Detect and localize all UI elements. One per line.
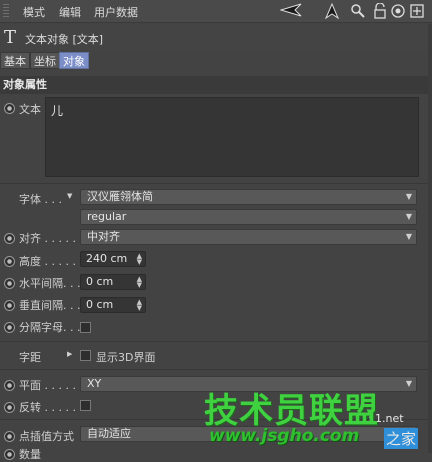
stepper-icon[interactable]: ▲ ▼ [137,276,142,289]
font-label: 字体 . . . [19,193,62,206]
lock-icon[interactable] [372,2,388,19]
keyframe-radio-height[interactable] [4,256,15,267]
expand-triangle-icon[interactable]: ▼ [67,192,72,200]
new-panel-icon[interactable] [409,3,425,19]
kerning-label: 字距 [19,351,41,364]
tab-basic[interactable]: 基本 [0,52,30,69]
target-icon[interactable] [390,3,406,19]
reverse-checkbox[interactable] [80,400,91,411]
keyframe-radio-number[interactable] [4,449,15,460]
watermark-url: www.jsgho.com [209,426,360,446]
keyframe-radio-interpolation[interactable] [4,431,15,442]
font-family-value: 汉仪雁翎体简 [87,190,153,203]
align-label: 对齐 . . . . . [19,232,76,245]
show-3d-ui-label: 显示3D界面 [96,351,156,364]
divider [0,183,432,184]
h-spacing-input[interactable]: 0 cm ▲ ▼ [80,274,146,290]
h-spacing-value: 0 cm [86,275,114,288]
plane-value: XY [87,377,102,390]
text-label: 文本 [19,103,41,116]
h-spacing-label: 水平间隔. . . [19,277,81,290]
back-arrow-icon[interactable] [279,3,302,19]
keyframe-radio-text[interactable] [4,103,15,114]
separate-letters-label: 分隔字母. . . [19,321,81,334]
divider [0,341,432,342]
separate-letters-checkbox[interactable] [80,322,91,333]
font-family-dropdown[interactable]: 汉仪雁翎体简 ▼ [80,189,417,205]
menu-userdata[interactable]: 用户数据 [94,4,138,20]
menu-edit[interactable]: 编辑 [59,4,81,20]
stepper-icon[interactable]: ▲ ▼ [137,299,142,312]
interpolation-label: 点插值方式 [19,430,74,443]
tab-object[interactable]: 对象 [59,52,89,69]
panel-edge [428,24,432,453]
keyframe-radio-v-spacing[interactable] [4,300,15,311]
divider [0,369,432,370]
show-3d-ui-checkbox[interactable] [80,350,91,361]
expand-triangle-icon[interactable]: ▶ [67,350,72,358]
align-dropdown[interactable]: 中对齐 ▼ [80,229,417,245]
align-value: 中对齐 [87,230,120,243]
grip-handle[interactable] [3,4,9,18]
chevron-down-icon: ▼ [405,379,412,388]
reverse-label: 反转 . . . . . [19,401,76,414]
keyframe-radio-h-spacing[interactable] [4,278,15,289]
font-style-value: regular [87,210,127,223]
search-icon[interactable] [350,3,366,19]
chevron-down-icon: ▼ [405,232,412,241]
keyframe-radio-reverse[interactable] [4,402,15,413]
v-spacing-input[interactable]: 0 cm ▲ ▼ [80,297,146,313]
number-label: 数量 [19,448,41,461]
section-object-properties: 对象属性 [0,76,432,94]
watermark-logo-text: 技术员联盟 [204,391,379,431]
keyframe-radio-align[interactable] [4,233,15,244]
height-input[interactable]: 240 cm ▲ ▼ [80,251,146,267]
height-label: 高度 . . . . . [19,255,76,268]
chevron-down-icon: ▼ [405,192,412,201]
font-style-dropdown[interactable]: regular ▼ [80,209,417,225]
plane-label: 平面 . . . . . [19,379,76,392]
v-spacing-value: 0 cm [86,298,114,311]
text-object-icon: T [4,27,17,48]
v-spacing-label: 垂直间隔. . . [19,299,81,312]
stepper-icon[interactable]: ▲ ▼ [137,253,142,266]
keyframe-radio-plane[interactable] [4,380,15,391]
cursor-arrow-icon[interactable] [324,2,340,20]
menu-mode[interactable]: 模式 [23,4,45,20]
watermark-tail: 之家 [384,428,419,449]
text-input[interactable]: 儿 [45,97,419,177]
keyframe-radio-separate-letters[interactable] [4,322,15,333]
interpolation-value: 自动适应 [87,427,131,440]
height-value: 240 cm [86,252,128,265]
object-title: 文本对象 [文本] [25,33,104,46]
tab-coordinates[interactable]: 坐标 [30,52,60,69]
chevron-down-icon: ▼ [405,212,412,221]
